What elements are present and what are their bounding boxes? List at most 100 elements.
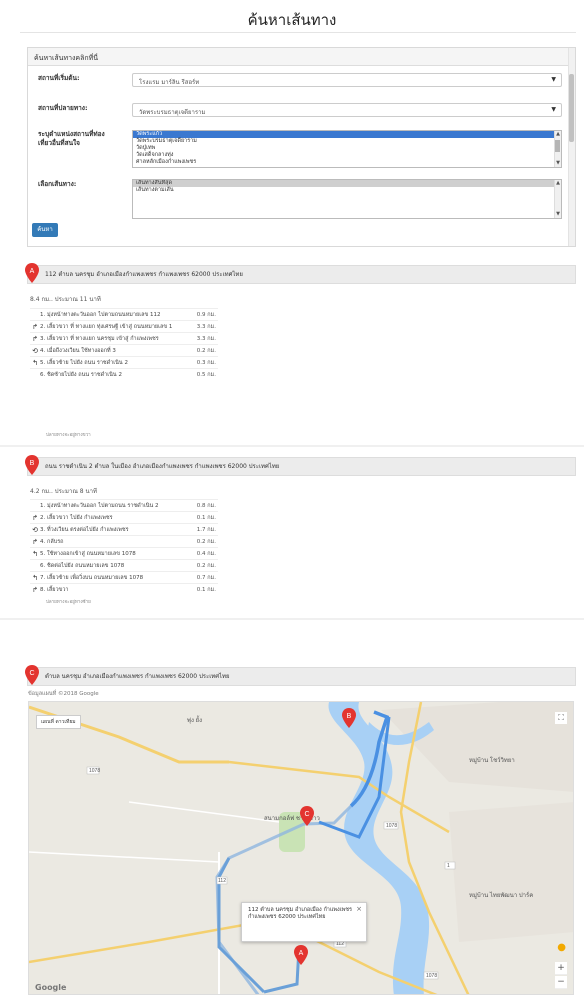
route-b-steps: 1. มุ่งหน้าทางตะวันออก ไปตามถนน ราชดำเนิ… [30,499,218,596]
step-text: 3. ที่วงเวียน ตรงต่อไปยัง กำแพงเพชร [40,523,191,536]
step-text: 6. ชิดซ้ายไปยัง ถนน ราชดำเนิน 2 [40,368,194,381]
chevron-down-icon: ▼ [551,106,556,113]
marker-c-icon: C [25,665,39,685]
step-distance: 0.9 กม. [193,308,218,321]
svg-text:112: 112 [218,878,226,884]
map-type-control[interactable]: แผนที่ ดาวเทียม [36,715,81,729]
turn-icon: ⟲ [30,344,40,357]
zoom-in-button[interactable]: + [555,962,567,975]
step-row: ↰ 7. เลี้ยวซ้าย เพื่อวิ่งบน ถนนหมายเลข 10… [30,571,218,584]
svg-text:หมู่บ้าน โชว์วิทยา: หมู่บ้าน โชว์วิทยา [469,756,515,764]
pegman-icon[interactable]: ● [557,942,566,953]
step-text: 4. กลับรถ [40,535,191,548]
svg-text:1078: 1078 [426,973,437,979]
step-text: 8. เลี้ยวขวา [40,583,191,596]
step-text: 7. เลี้ยวซ้าย เพื่อวิ่งบน ถนนหมายเลข 107… [40,571,191,584]
step-distance: 3.3 กม. [193,332,218,345]
chevron-down-icon: ▼ [551,76,556,83]
panel-scrollbar[interactable] [568,48,575,246]
map-credit: ข้อมูลแผนที่ ©2018 Google [28,691,99,697]
waypoints-label: ระบุตำแหน่งสถานที่ท่อง เที่ยวอื่นที่สนใจ [38,130,105,148]
step-distance: 0.1 กม. [190,511,218,524]
waypoints-listbox[interactable]: วัดพระแก้ว วัดพระบรมธาตุเจดียาราม วัดปู่… [132,130,562,168]
info-window-text: 112 ตำบล นครชุม อำเภอเมือง กำแพงเพชร กำแ… [248,907,352,920]
end-select[interactable]: วัดพระบรมธาตุเจดียาราม ▼ [132,103,562,117]
svg-text:B: B [30,460,35,467]
route-listbox[interactable]: เส้นทางสั้นที่สุด เส้นทางตามเส้น ▲ ▼ [132,179,562,219]
route-b-header[interactable]: B ถนน ราชดำเนิน 2 ตำบล ในเมือง อำเภอเมือ… [25,455,576,476]
step-row: ↱ 3. เลี้ยวขวา ที่ ทางแยก นครชุม เข้าสู่ … [30,332,218,345]
waypoint-option[interactable]: วัดปู่เทพ [133,145,561,152]
google-logo: Google [35,983,67,992]
panel-header[interactable]: ค้นหาเส้นทางคลิกที่นี่ [28,48,575,66]
waypoint-option[interactable]: ศาลหลักเมืองกำแพงเพชร [133,159,561,166]
step-distance: 0.5 กม. [193,368,218,381]
route-a-note: ปลายทางจะอยู่ทางขวา [46,433,91,438]
turn-icon [30,559,40,572]
waypoint-option[interactable]: วัดพระบรมธาตุเจดียาราม [133,138,561,145]
step-text: 1. มุ่งหน้าทางตะวันออก ไปตามถนนหมายเลข 1… [40,308,194,321]
turn-icon [30,368,40,381]
route-option[interactable]: เส้นทางตามเส้น [133,187,561,194]
waypoints-label-line1: ระบุตำแหน่งสถานที่ท่อง [38,130,105,138]
chevron-up-icon[interactable]: ▲ [556,131,560,138]
zoom-out-button[interactable]: − [555,976,567,989]
svg-text:1078: 1078 [386,823,397,829]
turn-icon: ↱ [30,320,40,333]
step-row: 6. ชิดซ้ายไปยัง ถนน ราชดำเนิน 2 0.5 กม. [30,368,218,381]
step-row: ⟲ 4. เมื่อถึงวงเวียน ใช้ทางออกที่ 3 0.2 กม… [30,344,218,357]
step-text: 2. เลี้ยวขวา ไปยัง กำแพงเพชร [40,511,191,524]
chevron-up-icon[interactable]: ▲ [556,180,560,187]
end-label: สถานที่ปลายทาง: [38,104,88,112]
step-distance: 0.1 กม. [190,583,218,596]
step-row: ↱ 2. เลี้ยวขวา ไปยัง กำแพงเพชร 0.1 กม. [30,511,218,524]
chevron-down-icon[interactable]: ▼ [556,160,560,167]
map-canvas[interactable]: 1078 1 112 1078 1 1078 112 หมู่บ้าน โชว์… [29,702,574,995]
waypoints-scroll-thumb[interactable] [555,140,560,152]
chevron-down-icon[interactable]: ▼ [556,211,560,218]
step-row: ⟲ 3. ที่วงเวียน ตรงต่อไปยัง กำแพงเพชร 1.7 … [30,523,218,536]
turn-icon: ↱ [30,535,40,548]
waypoint-option[interactable]: วัดพระแก้ว [133,131,561,138]
panel-scroll-thumb[interactable] [569,74,574,142]
turn-icon: ↰ [30,547,40,560]
start-select[interactable]: โรงแรม มาร์ลิน รีสอร์ท ▼ [132,73,562,87]
turn-icon: ↰ [30,356,40,369]
route-a-header[interactable]: A 112 ตำบล นครชุม อำเภอเมืองกำแพงเพชร กำ… [25,263,576,284]
waypoint-option[interactable]: วัดเสด็จกลางทุ่ง [133,152,561,159]
waypoints-label-line2: เที่ยวอื่นที่สนใจ [38,139,80,147]
svg-text:1: 1 [447,863,450,869]
turn-icon: ↰ [30,571,40,584]
route-scrollbar[interactable]: ▲ ▼ [554,180,561,218]
search-button[interactable]: ค้นหา [32,223,58,237]
route-a-summary: 8.4 กม.. ประมาณ 11 นาที [30,296,101,303]
map[interactable]: 1078 1 112 1078 1 1078 112 หมู่บ้าน โชว์… [28,701,574,995]
step-distance: 0.8 กม. [190,499,218,512]
svg-text:B: B [347,713,352,720]
turn-icon [30,308,40,321]
waypoints-scrollbar[interactable]: ▲ ▼ [554,131,561,167]
section-divider [0,618,584,620]
route-c-header[interactable]: C ตำบล นครชุม อำเภอเมืองกำแพงเพชร กำแพงเ… [25,665,576,686]
close-icon[interactable]: × [356,906,362,913]
svg-text:1078: 1078 [89,768,100,774]
map-info-window: 112 ตำบล นครชุม อำเภอเมือง กำแพงเพชร กำแ… [241,902,367,942]
step-text: 4. เมื่อถึงวงเวียน ใช้ทางออกที่ 3 [40,344,194,357]
turn-icon: ↱ [30,511,40,524]
page-title: ค้นหาเส้นทาง [247,11,337,29]
svg-text:C: C [29,670,34,677]
turn-icon: ↱ [30,583,40,596]
step-row: ↰ 5. เลี้ยวซ้าย ไปยัง ถนน ราชดำเนิน 2 0.3 … [30,356,218,369]
step-row: 1. มุ่งหน้าทางตะวันออก ไปตามถนนหมายเลข 1… [30,308,218,321]
route-b-note: ปลายทางจะอยู่ทางซ้าย [46,600,91,605]
step-distance: 1.7 กม. [190,523,218,536]
step-distance: 0.2 กม. [190,559,218,572]
step-distance: 0.7 กม. [190,571,218,584]
search-panel: ค้นหาเส้นทางคลิกที่นี่ สถานที่เริ่มต้น: … [27,47,576,247]
start-label: สถานที่เริ่มต้น: [38,74,80,82]
fullscreen-icon[interactable]: ⛶ [555,712,567,724]
step-distance: 0.2 กม. [190,535,218,548]
step-row: ↱ 4. กลับรถ 0.2 กม. [30,535,218,548]
route-label: เลือกเส้นทาง: [38,180,77,188]
route-option[interactable]: เส้นทางสั้นที่สุด [133,180,561,187]
